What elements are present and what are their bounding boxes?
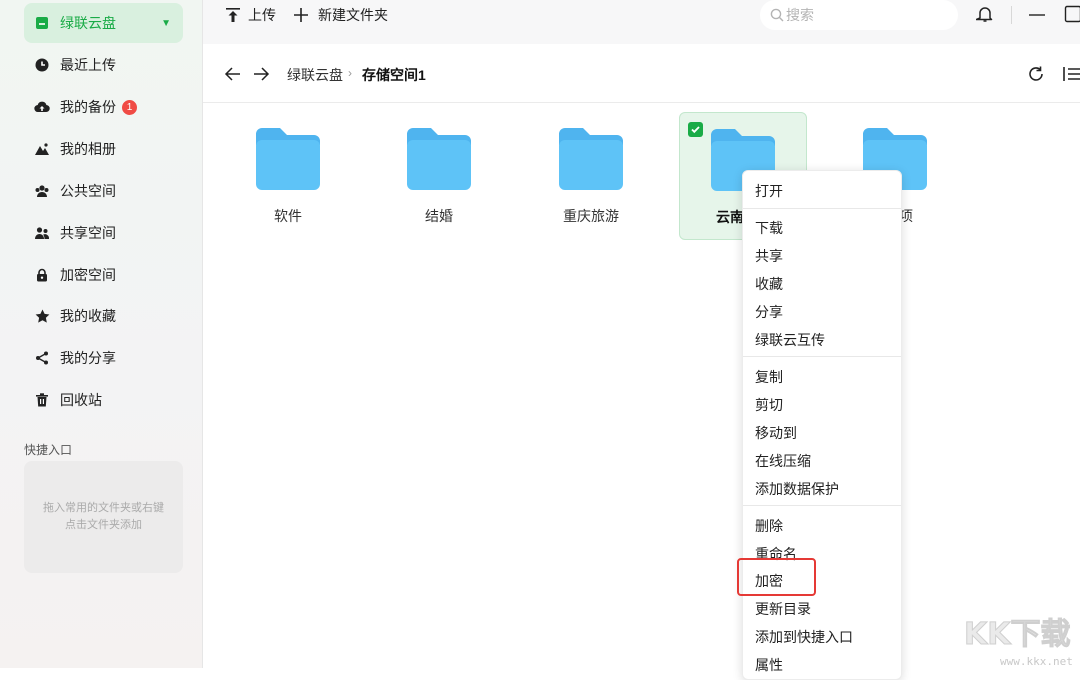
share-icon — [34, 350, 50, 366]
folder-item[interactable]: 重庆旅游 — [527, 112, 655, 240]
menu-item-compress[interactable]: 在线压缩 — [755, 451, 811, 471]
sidebar-item-label: 回收站 — [60, 390, 102, 410]
sidebar-item-label: 我的备份 — [60, 97, 116, 117]
menu-item-favorite[interactable]: 收藏 — [755, 274, 783, 294]
sidebar-item-recycle-bin[interactable]: 回收站 — [24, 380, 183, 420]
notification-badge: 1 — [122, 100, 137, 115]
folder-name: 重庆旅游 — [527, 206, 655, 226]
folder-item[interactable]: 软件 — [224, 112, 352, 240]
menu-item-download[interactable]: 下载 — [755, 218, 783, 238]
menu-item-cut[interactable]: 剪切 — [755, 395, 783, 415]
folder-icon — [559, 128, 623, 190]
new-folder-label: 新建文件夹 — [318, 5, 388, 25]
menu-item-add-quick-access[interactable]: 添加到快捷入口 — [755, 627, 853, 647]
maximize-icon[interactable] — [1064, 5, 1080, 23]
folder-icon — [407, 128, 471, 190]
menu-item-data-protection[interactable]: 添加数据保护 — [755, 479, 839, 499]
menu-item-copy[interactable]: 复制 — [755, 367, 783, 387]
chevron-down-icon[interactable]: ▼ — [161, 18, 171, 29]
sidebar-item-public-space[interactable]: 公共空间 — [24, 171, 183, 211]
breadcrumb-separator-icon: › — [348, 66, 352, 80]
sidebar-item-shared-space[interactable]: 共享空间 — [24, 213, 183, 253]
bell-icon[interactable] — [976, 5, 994, 23]
lock-icon — [34, 267, 50, 283]
upload-button[interactable]: 上传 — [225, 0, 276, 30]
cloud-upload-icon — [34, 99, 50, 115]
menu-item-refresh-directory[interactable]: 更新目录 — [755, 599, 811, 619]
sidebar-item-ugreen-drive[interactable]: 绿联云盘 ▼ — [24, 3, 183, 43]
folder-name: 项 — [899, 206, 959, 226]
watermark-logo: KK下载 www.kkx.net — [962, 610, 1080, 668]
menu-item-transfer[interactable]: 绿联云互传 — [755, 330, 825, 350]
svg-text:KK下载: KK下载 — [964, 617, 1071, 652]
folder-name: 结婚 — [375, 206, 503, 226]
search-input[interactable]: 搜索 — [760, 0, 958, 30]
sidebar-item-encrypted-space[interactable]: 加密空间 — [24, 255, 183, 295]
refresh-icon[interactable] — [1027, 65, 1045, 83]
quick-access-dropzone[interactable]: 拖入常用的文件夹或右键点击文件夹添加 — [24, 461, 183, 573]
sidebar-item-label: 加密空间 — [60, 265, 116, 285]
sidebar-item-favorites[interactable]: 我的收藏 — [24, 296, 183, 336]
back-arrow-icon[interactable] — [224, 65, 242, 83]
forward-arrow-icon[interactable] — [252, 65, 270, 83]
sidebar-item-label: 我的收藏 — [60, 306, 116, 326]
sidebar: 绿联云盘 ▼ 最近上传 我的备份 1 我的相册 公共空间 共享空间 — [0, 0, 203, 668]
drive-icon — [34, 15, 50, 31]
trash-icon — [34, 392, 50, 408]
sidebar-item-my-album[interactable]: 我的相册 — [24, 129, 183, 169]
new-folder-button[interactable]: 新建文件夹 — [293, 0, 388, 30]
divider — [1011, 6, 1012, 24]
minimize-icon[interactable] — [1028, 6, 1046, 24]
checkbox-checked-icon[interactable] — [688, 122, 703, 137]
sidebar-item-label: 最近上传 — [60, 55, 116, 75]
group-icon — [34, 183, 50, 199]
menu-item-share-space[interactable]: 共享 — [755, 246, 783, 266]
search-icon — [770, 8, 784, 22]
folder-name: 软件 — [224, 206, 352, 226]
plus-icon — [293, 7, 309, 23]
top-toolbar: 上传 新建文件夹 搜索 — [203, 0, 1080, 44]
upload-icon — [225, 7, 241, 23]
sidebar-item-my-backup[interactable]: 我的备份 1 — [24, 87, 183, 127]
svg-text:www.kkx.net: www.kkx.net — [1000, 655, 1073, 668]
upload-label: 上传 — [248, 5, 276, 25]
menu-divider — [743, 208, 901, 209]
sidebar-item-label: 我的分享 — [60, 348, 116, 368]
menu-divider — [743, 505, 901, 506]
context-menu: 打开 下载 共享 收藏 分享 绿联云互传 复制 剪切 移动到 在线压缩 添加数据… — [742, 170, 902, 680]
sidebar-item-label: 共享空间 — [60, 223, 116, 243]
sidebar-item-label: 我的相册 — [60, 139, 116, 159]
quick-access-placeholder: 拖入常用的文件夹或右键点击文件夹添加 — [38, 500, 169, 534]
search-placeholder: 搜索 — [786, 5, 814, 25]
sidebar-item-recent-uploads[interactable]: 最近上传 — [24, 45, 183, 85]
users-icon — [34, 225, 50, 241]
menu-item-delete[interactable]: 删除 — [755, 516, 783, 536]
menu-item-move-to[interactable]: 移动到 — [755, 423, 797, 443]
menu-item-properties[interactable]: 属性 — [755, 655, 783, 675]
sidebar-item-label: 绿联云盘 — [60, 13, 116, 33]
mountain-icon — [34, 141, 50, 157]
menu-item-share[interactable]: 分享 — [755, 302, 783, 322]
menu-item-open[interactable]: 打开 — [755, 181, 783, 201]
menu-divider — [743, 356, 901, 357]
highlight-box — [737, 558, 816, 596]
star-icon — [34, 308, 50, 324]
breadcrumb-bar: 绿联云盘 › 存储空间1 — [203, 44, 1080, 103]
sidebar-item-label: 公共空间 — [60, 181, 116, 201]
breadcrumb-root[interactable]: 绿联云盘 — [287, 65, 343, 85]
breadcrumb-current: 存储空间1 — [362, 65, 426, 85]
folder-icon — [256, 128, 320, 190]
clock-icon — [34, 57, 50, 73]
quick-access-title: 快捷入口 — [24, 441, 72, 458]
view-list-icon[interactable] — [1063, 65, 1080, 83]
sidebar-item-my-shares[interactable]: 我的分享 — [24, 338, 183, 378]
folder-item[interactable]: 结婚 — [375, 112, 503, 240]
